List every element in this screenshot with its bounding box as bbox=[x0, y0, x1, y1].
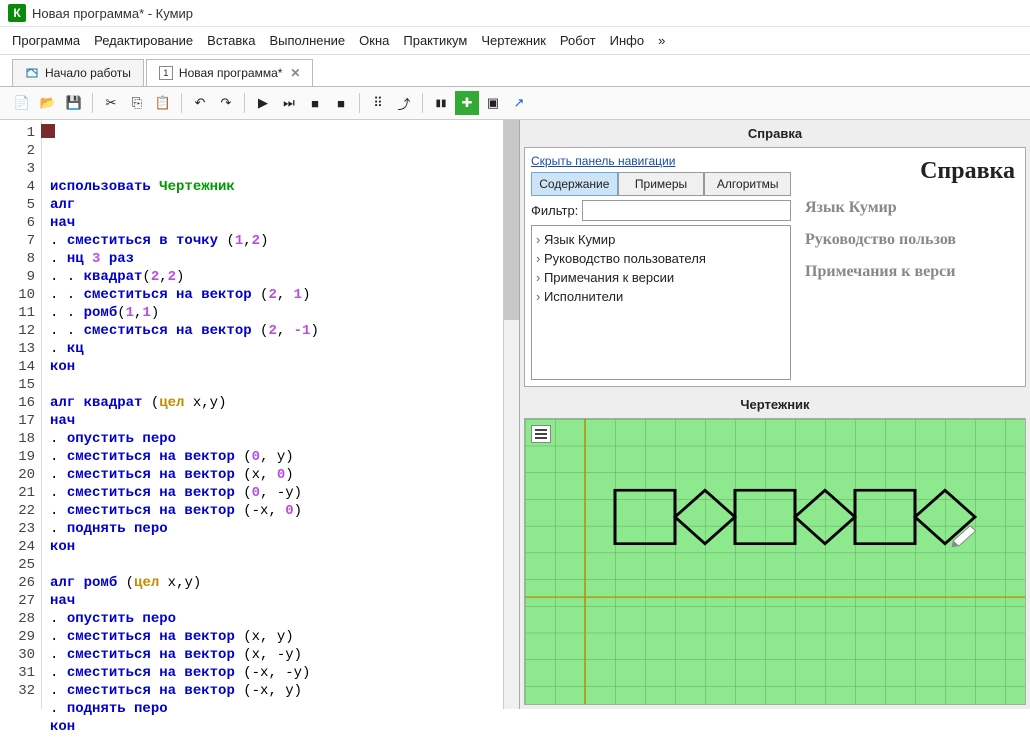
help-tab-Примеры[interactable]: Примеры bbox=[618, 172, 705, 196]
help-content: Справка Язык Кумир Руководство пользов При… bbox=[801, 154, 1019, 380]
tab-label: Новая программа* bbox=[179, 66, 283, 80]
arrow-button[interactable]: ↗ bbox=[507, 91, 531, 115]
menu-Инфо[interactable]: Инфо bbox=[610, 33, 644, 48]
new-file-button[interactable]: 📄 bbox=[10, 91, 34, 115]
nav-item[interactable]: Руководство пользователя bbox=[536, 249, 786, 268]
hide-nav-link[interactable]: Скрыть панель навигации bbox=[531, 154, 791, 168]
tab-label: Начало работы bbox=[45, 66, 131, 80]
editor-pane: 1234567891011121314151617181920212223242… bbox=[0, 120, 520, 709]
window-title: Новая программа* - Кумир bbox=[32, 6, 193, 21]
menu-Вставка[interactable]: Вставка bbox=[207, 33, 255, 48]
stop-button-2[interactable]: ■ bbox=[329, 91, 353, 115]
open-file-button[interactable]: 📂 bbox=[36, 91, 60, 115]
nav-item[interactable]: Примечания к версии bbox=[536, 268, 786, 287]
filter-input[interactable] bbox=[582, 200, 791, 221]
menu-Окна[interactable]: Окна bbox=[359, 33, 389, 48]
step-button[interactable]: ⏭ bbox=[277, 91, 301, 115]
menu-Выполнение[interactable]: Выполнение bbox=[269, 33, 345, 48]
tool-button-1[interactable]: ⠿ bbox=[366, 91, 390, 115]
drawer-canvas[interactable] bbox=[524, 418, 1026, 705]
cut-button[interactable]: ✂ bbox=[99, 91, 123, 115]
help-link[interactable]: Язык Кумир bbox=[805, 199, 1015, 217]
menu-»[interactable]: » bbox=[658, 33, 665, 48]
redo-button[interactable]: ↷ bbox=[214, 91, 238, 115]
help-panel: Скрыть панель навигации СодержаниеПример… bbox=[524, 147, 1026, 387]
menu-Робот[interactable]: Робот bbox=[560, 33, 596, 48]
menubar: Программа Редактирование Вставка Выполнение… bbox=[0, 27, 1030, 54]
tool-button-2[interactable]: ⤴ bbox=[392, 91, 416, 115]
tab-Новая программа*[interactable]: 1 Новая программа* ✕ bbox=[146, 59, 314, 86]
scrollbar-thumb[interactable] bbox=[504, 120, 519, 320]
editor-scrollbar[interactable] bbox=[503, 120, 519, 709]
tab-Начало работы[interactable]: Начало работы bbox=[12, 59, 144, 86]
run-button[interactable]: ▶ bbox=[251, 91, 275, 115]
layout-button[interactable]: ▮▮ bbox=[429, 91, 453, 115]
tab-icon bbox=[25, 66, 39, 80]
nav-item[interactable]: Язык Кумир bbox=[536, 230, 786, 249]
drawer-panel-title: Чертежник bbox=[520, 391, 1030, 418]
help-link[interactable]: Примечания к верси bbox=[805, 263, 1015, 281]
help-tab-Алгоритмы[interactable]: Алгоритмы bbox=[704, 172, 791, 196]
code-editor[interactable]: использовать Чертежникалгнач. сместиться… bbox=[42, 120, 503, 709]
save-file-button[interactable]: 💾 bbox=[62, 91, 86, 115]
menu-Чертежник[interactable]: Чертежник bbox=[481, 33, 546, 48]
undo-button[interactable]: ↶ bbox=[188, 91, 212, 115]
stop-button-1[interactable]: ■ bbox=[303, 91, 327, 115]
menu-Редактирование[interactable]: Редактирование bbox=[94, 33, 193, 48]
menu-Программа[interactable]: Программа bbox=[12, 33, 80, 48]
tabbar: Начало работы 1 Новая программа* ✕ bbox=[0, 54, 1030, 87]
help-heading: Справка bbox=[805, 158, 1015, 185]
copy-button[interactable]: ⎘ bbox=[125, 91, 149, 115]
paste-button[interactable]: 📋 bbox=[151, 91, 175, 115]
filter-label: Фильтр: bbox=[531, 203, 578, 218]
line-gutter: 1234567891011121314151617181920212223242… bbox=[0, 120, 42, 709]
tab-icon: 1 bbox=[159, 66, 173, 80]
menu-Практикум[interactable]: Практикум bbox=[403, 33, 467, 48]
green-grid-button[interactable]: ✚ bbox=[455, 91, 479, 115]
breakpoint-marker[interactable] bbox=[41, 124, 55, 138]
app-logo: К bbox=[8, 4, 26, 22]
help-link[interactable]: Руководство пользов bbox=[805, 231, 1015, 249]
tab-close-icon[interactable]: ✕ bbox=[290, 66, 300, 80]
tiles-button[interactable]: ▣ bbox=[481, 91, 505, 115]
nav-list: Язык КумирРуководство пользователяПримеч… bbox=[531, 225, 791, 380]
toolbar: 📄 📂 💾 ✂ ⎘ 📋 ↶ ↷ ▶ ⏭ ■ ■ ⠿ ⤴ ▮▮ ✚ ▣ ↗ bbox=[0, 87, 1030, 120]
nav-item[interactable]: Исполнители bbox=[536, 287, 786, 306]
titlebar: К Новая программа* - Кумир bbox=[0, 0, 1030, 27]
help-tab-Содержание[interactable]: Содержание bbox=[531, 172, 618, 196]
help-panel-title: Справка bbox=[520, 120, 1030, 147]
